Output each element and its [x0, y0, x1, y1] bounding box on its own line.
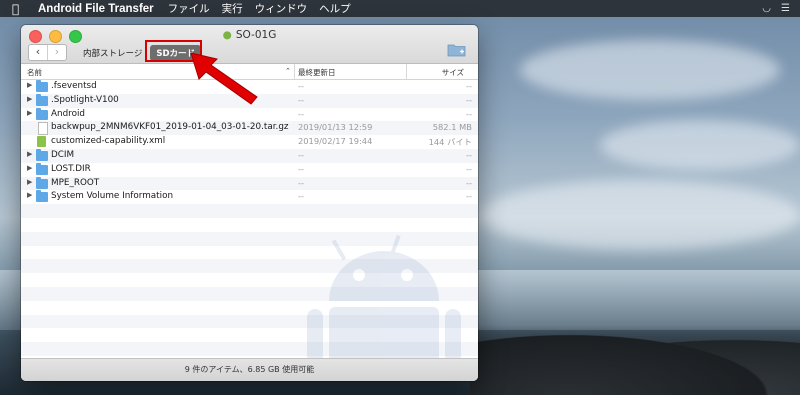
file-name: customized-capability.xml [51, 136, 166, 147]
document-icon [38, 122, 48, 136]
folder-icon [36, 162, 48, 175]
list-item[interactable]: ▶ DCIM -- -- [21, 148, 478, 163]
empty-row [21, 301, 478, 315]
empty-row [21, 273, 478, 287]
list-item[interactable]: ▶ MPE_ROOT -- -- [21, 176, 478, 191]
column-divider[interactable] [406, 64, 407, 79]
menu-file[interactable]: ファイル [168, 1, 210, 16]
disclosure-triangle-icon[interactable]: ▶ [27, 150, 32, 158]
file-date: -- [298, 163, 304, 174]
list-item[interactable]: backwpup_2MNM6VKF01_2019-01-04_03-01-20.… [21, 121, 478, 136]
file-size: 144 バイト [428, 137, 472, 148]
column-name[interactable]: 名前 [27, 67, 42, 78]
menu-window[interactable]: ウィンドウ [255, 1, 308, 16]
device-name: SO-01G [235, 29, 277, 41]
column-size[interactable]: サイズ [442, 67, 464, 78]
file-size: -- [466, 108, 472, 119]
empty-row [21, 231, 478, 246]
empty-row [21, 218, 478, 232]
list-item[interactable]: ▶ Android -- -- [21, 107, 478, 122]
file-date: -- [298, 81, 304, 91]
empty-row [21, 314, 478, 329]
empty-row [21, 246, 478, 260]
file-date: -- [298, 177, 304, 188]
menu-bar:  Android File Transfer ファイル 実行 ウィンドウ ヘル… [0, 0, 800, 17]
file-size: -- [466, 81, 472, 91]
folder-icon [36, 176, 48, 189]
apple-menu-icon[interactable]:  [12, 2, 26, 16]
file-size: -- [466, 94, 472, 105]
tab-internal-storage[interactable]: 内部ストレージ [83, 47, 142, 59]
file-name: Android [51, 108, 86, 119]
file-size: -- [466, 163, 472, 174]
folder-icon [36, 80, 48, 92]
file-name: MPE_ROOT [51, 177, 100, 188]
file-name: System Volume Information [51, 191, 174, 202]
file-date: 2019/01/13 12:59 [298, 122, 373, 133]
menu-go[interactable]: 実行 [222, 1, 243, 16]
file-list: ▶ .fseventsd -- -- ▶ .Spotlight-V100 -- … [21, 80, 478, 381]
folder-icon [36, 148, 48, 161]
new-folder-icon[interactable] [447, 42, 466, 57]
file-name: .fseventsd [51, 81, 97, 91]
file-date: -- [298, 94, 304, 105]
disclosure-triangle-icon[interactable]: ▶ [27, 191, 32, 199]
file-date: -- [298, 191, 304, 202]
list-item[interactable]: ▶ System Volume Information -- -- [21, 190, 478, 204]
app-menu[interactable]: Android File Transfer [38, 3, 154, 15]
file-size: -- [466, 177, 472, 188]
status-menu-icon[interactable]: ☰ [781, 3, 790, 14]
file-size: -- [466, 149, 472, 160]
annotation-arrow-icon [190, 52, 258, 105]
empty-row [21, 342, 478, 356]
disclosure-triangle-icon[interactable]: ▶ [27, 178, 32, 186]
sort-ascending-icon[interactable]: ⌃ [285, 67, 291, 75]
window-title: ● SO-01G [21, 29, 478, 41]
folder-icon [36, 107, 48, 120]
forward-button[interactable]: › [47, 45, 66, 60]
file-date: -- [298, 108, 304, 119]
file-name: .Spotlight-V100 [51, 94, 119, 105]
back-button[interactable]: ‹ [29, 45, 47, 60]
list-item[interactable]: ▶ LOST.DIR -- -- [21, 162, 478, 177]
cloud [600, 120, 800, 170]
cloud [480, 180, 800, 250]
disclosure-triangle-icon[interactable]: ▶ [27, 164, 32, 172]
disclosure-triangle-icon[interactable]: ▶ [27, 95, 32, 103]
folder-icon [36, 93, 48, 106]
file-name: LOST.DIR [51, 163, 91, 174]
xml-file-icon [37, 136, 46, 148]
file-size: 582.1 MB [432, 122, 472, 133]
rocks [470, 325, 800, 395]
status-bar: 9 件のアイテム、6.85 GB 使用可能 [21, 358, 478, 381]
disclosure-triangle-icon[interactable]: ▶ [27, 109, 32, 117]
folder-icon [36, 190, 48, 203]
file-date: 2019/02/17 19:44 [298, 136, 373, 147]
list-item[interactable]: customized-capability.xml 2019/02/17 19:… [21, 135, 478, 149]
disclosure-triangle-icon[interactable]: ▶ [27, 81, 32, 89]
android-icon: ● [222, 29, 232, 41]
cloud [520, 40, 780, 100]
file-name: backwpup_2MNM6VKF01_2019-01-04_03-01-20.… [51, 122, 289, 133]
empty-row [21, 259, 478, 274]
file-size: -- [466, 191, 472, 202]
navigation-buttons: ‹ › [28, 44, 67, 61]
file-name: DCIM [51, 149, 75, 160]
empty-row [21, 204, 478, 218]
menu-help[interactable]: ヘルプ [319, 1, 351, 16]
file-date: -- [298, 149, 304, 160]
column-modified[interactable]: 最終更新日 [298, 67, 336, 78]
empty-row [21, 286, 478, 301]
column-divider[interactable] [294, 64, 295, 79]
empty-row [21, 328, 478, 342]
status-wifi-icon[interactable]: ◡ [762, 3, 771, 14]
